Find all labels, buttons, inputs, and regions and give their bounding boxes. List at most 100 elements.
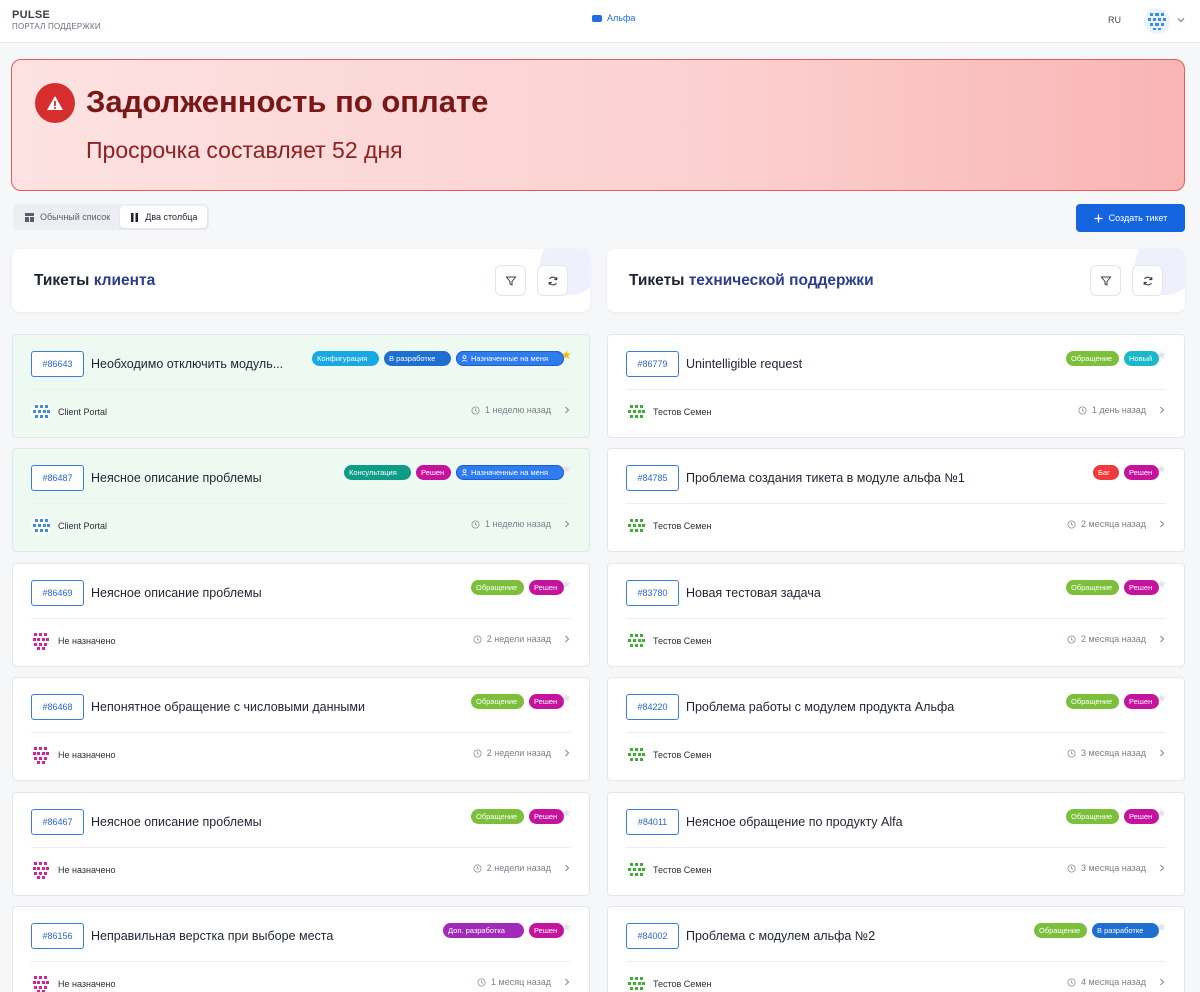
ticket-id[interactable]: #86468	[31, 694, 84, 720]
user-avatar[interactable]	[1144, 8, 1170, 34]
status-badge: Обращение	[471, 580, 524, 595]
star-icon[interactable]: ★	[561, 921, 572, 933]
ticket-title[interactable]: Неясное описание проблемы	[91, 586, 461, 600]
ticket-title[interactable]: Проблема работы с модулем продукта Альфа	[686, 700, 1056, 714]
chevron-right-icon[interactable]	[1156, 518, 1168, 530]
status-badge: Решен	[1124, 809, 1159, 824]
ticket-title[interactable]: Неясное описание проблемы	[91, 471, 334, 485]
ticket-time: 3 месяца назад	[1067, 863, 1146, 873]
badge-label: Решен	[534, 697, 558, 706]
badge-label: Новый	[1129, 354, 1153, 363]
star-icon[interactable]: ★	[1156, 463, 1167, 475]
ticket-badges: Обращение Решен	[1066, 580, 1159, 595]
ticket-card[interactable]: #86468 Обращение Решен Непонятное обращение…	[12, 677, 590, 781]
ticket-title[interactable]: Непонятное обращение с числовыми данными	[91, 700, 461, 714]
language-switcher[interactable]: RU	[1108, 15, 1121, 25]
ticket-time: 1 день назад	[1078, 405, 1146, 415]
ticket-id[interactable]: #86643	[31, 351, 84, 377]
create-ticket-button[interactable]: Создать тикет	[1076, 204, 1185, 232]
star-icon[interactable]: ★	[561, 807, 572, 819]
ticket-id[interactable]: #86467	[31, 809, 84, 835]
card-divider	[626, 389, 1166, 390]
ticket-id[interactable]: #83780	[626, 580, 679, 606]
ticket-card[interactable]: #84785 Баг Решен Проблема создания тикета в…	[607, 448, 1185, 552]
ticket-title[interactable]: Проблема с модулем альфа №2	[686, 929, 1024, 943]
status-badge: Конфигурация	[312, 351, 379, 366]
chevron-right-icon[interactable]	[1156, 747, 1168, 759]
ticket-time: 2 недели назад	[473, 634, 551, 644]
chevron-right-icon[interactable]	[561, 747, 573, 759]
chevron-right-icon[interactable]	[561, 633, 573, 645]
ticket-id[interactable]: #86156	[31, 923, 84, 949]
ticket-card[interactable]: #84011 Обращение Решен Неясное обращение по…	[607, 792, 1185, 896]
ticket-card[interactable]: #86467 Обращение Решен Неясное описание про…	[12, 792, 590, 896]
assignee-avatar	[626, 860, 646, 880]
ticket-card[interactable]: #83780 Обращение Решен Новая тестовая задач…	[607, 563, 1185, 667]
star-icon[interactable]: ★	[561, 463, 572, 475]
star-icon[interactable]: ★	[1156, 692, 1167, 704]
chevron-right-icon[interactable]	[1156, 976, 1168, 988]
chevron-right-icon[interactable]	[1156, 862, 1168, 874]
time-ago: 1 неделю назад	[484, 405, 551, 415]
chevron-right-icon[interactable]	[561, 518, 573, 530]
ticket-title[interactable]: Новая тестовая задача	[686, 586, 1056, 600]
star-icon[interactable]: ★	[561, 692, 572, 704]
ticket-title[interactable]: Unintelligible request	[686, 357, 1056, 371]
status-badge: Обращение	[1034, 923, 1087, 938]
ticket-card[interactable]: #86487 Консультация Решен Назначенные на ме…	[12, 448, 590, 552]
status-badge: В разработке	[1092, 923, 1159, 938]
time-ago: 2 месяца назад	[1081, 634, 1146, 644]
star-icon[interactable]: ★	[1156, 578, 1167, 590]
ticket-id[interactable]: #84002	[626, 923, 679, 949]
ticket-title[interactable]: Неправильная верстка при выборе места	[91, 929, 433, 943]
badge-label: Решен	[421, 468, 445, 477]
status-badge: Доп. разработка	[443, 923, 524, 938]
star-icon[interactable]: ★	[561, 349, 572, 361]
view-list-button[interactable]: Обычный список	[15, 206, 120, 228]
ticket-id[interactable]: #86779	[626, 351, 679, 377]
refresh-button[interactable]	[1132, 265, 1163, 296]
chevron-down-icon[interactable]	[1175, 14, 1187, 26]
ticket-badges: Обращение Решен	[1066, 694, 1159, 709]
star-icon[interactable]: ★	[1156, 807, 1167, 819]
star-icon[interactable]: ★	[1156, 921, 1167, 933]
ticket-card[interactable]: #84220 Обращение Решен Проблема работы с мо…	[607, 677, 1185, 781]
badge-label: Обращение	[1071, 354, 1113, 363]
chevron-right-icon[interactable]	[1156, 404, 1168, 416]
filter-button[interactable]	[1090, 265, 1121, 296]
ticket-id[interactable]: #84220	[626, 694, 679, 720]
status-badge: Обращение	[471, 694, 524, 709]
refresh-button[interactable]	[537, 265, 568, 296]
ticket-time: 4 месяца назад	[1067, 977, 1146, 987]
status-badge: Обращение	[1066, 809, 1119, 824]
ticket-card[interactable]: #84002 Обращение В разработке Проблема с мо…	[607, 906, 1185, 992]
ticket-id[interactable]: #86487	[31, 465, 84, 491]
ticket-card[interactable]: #86779 Обращение Новый Unintelligible reque…	[607, 334, 1185, 438]
chevron-right-icon[interactable]	[1156, 633, 1168, 645]
ticket-title[interactable]: Необходимо отключить модуль...	[91, 357, 302, 371]
brand-logo[interactable]: PULSE ПОРТАЛ ПОДДЕРЖКИ	[12, 9, 101, 31]
assignee-name: Не назначено	[58, 636, 116, 646]
view-two-columns-label: Два столбца	[145, 212, 198, 222]
ticket-card[interactable]: #86156 Доп. разработка Решен Неправильная в…	[12, 906, 590, 992]
star-icon[interactable]: ★	[1156, 349, 1167, 361]
ticket-assignee: Не назначено	[31, 860, 115, 880]
ticket-card[interactable]: #86469 Обращение Решен Неясное описание про…	[12, 563, 590, 667]
star-icon[interactable]: ★	[561, 578, 572, 590]
assignee-avatar	[31, 860, 51, 880]
chevron-right-icon[interactable]	[561, 862, 573, 874]
ticket-time: 1 неделю назад	[471, 405, 551, 415]
organization-selector[interactable]: Альфа	[592, 13, 635, 23]
chevron-right-icon[interactable]	[561, 976, 573, 988]
ticket-id[interactable]: #86469	[31, 580, 84, 606]
filter-button[interactable]	[495, 265, 526, 296]
ticket-title[interactable]: Неясное описание проблемы	[91, 815, 461, 829]
view-two-columns-button[interactable]: Два столбца	[120, 206, 208, 228]
ticket-card[interactable]: #86643 Конфигурация В разработке Назначенны…	[12, 334, 590, 438]
ticket-title[interactable]: Неясное обращение по продукту Alfa	[686, 815, 1056, 829]
ticket-id[interactable]: #84785	[626, 465, 679, 491]
ticket-id[interactable]: #84011	[626, 809, 679, 835]
badge-label: Решен	[1129, 697, 1153, 706]
ticket-title[interactable]: Проблема создания тикета в модуле альфа …	[686, 471, 1083, 485]
chevron-right-icon[interactable]	[561, 404, 573, 416]
